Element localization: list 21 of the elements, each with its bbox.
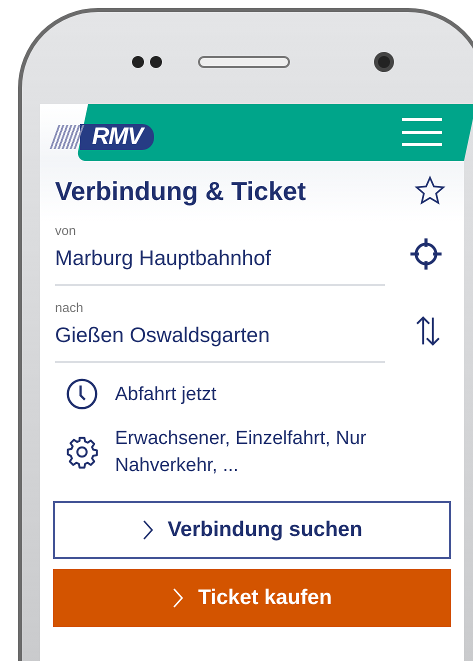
option-text[interactable]: Abfahrt jetzt	[115, 380, 405, 408]
option-text[interactable]: Erwachsener, Einzelfahrt, Nur Nahverkehr, ...	[115, 425, 405, 479]
camera-lens	[374, 52, 394, 72]
settings-icon[interactable]	[65, 435, 99, 469]
field-label: nach	[55, 299, 84, 317]
page-title: Verbindung & Ticket	[55, 174, 306, 208]
chevron-right-icon	[142, 519, 154, 541]
crosshair-icon[interactable]	[409, 236, 443, 270]
input-field[interactable]: von Marburg Hauptbahnhof	[55, 221, 385, 286]
chevron-right-icon	[172, 587, 184, 609]
buy-ticket-button[interactable]: Ticket kaufen	[53, 569, 451, 627]
field-value: Marburg Hauptbahnhof	[55, 246, 272, 272]
search-button[interactable]: Verbindung suchen	[53, 501, 451, 559]
menu-icon[interactable]	[402, 118, 442, 146]
field-value: Gießen Oswaldsgarten	[55, 322, 271, 348]
input-field[interactable]: nach Gießen Oswaldsgarten	[55, 298, 385, 363]
sensor-dots-icon	[132, 56, 162, 68]
clock-icon[interactable]	[65, 377, 99, 411]
field-label: von	[55, 222, 77, 240]
star-icon[interactable]	[413, 175, 447, 207]
logo: RMV	[80, 124, 154, 150]
